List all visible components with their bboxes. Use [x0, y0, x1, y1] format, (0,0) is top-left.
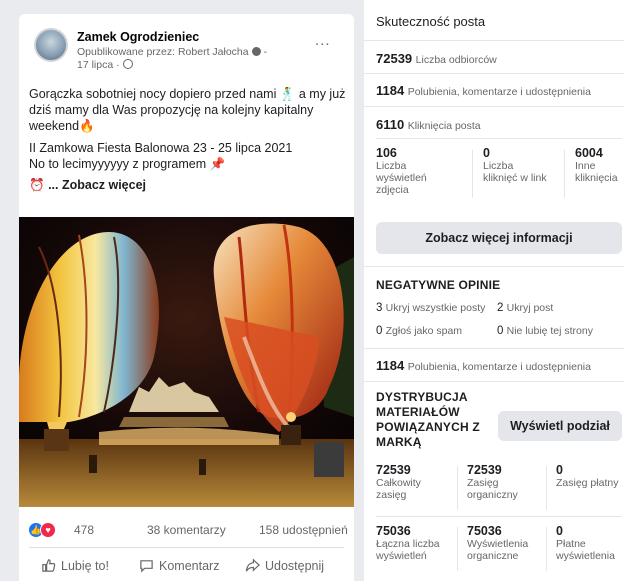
clicks-metric: 6110 Kliknięcia posta — [376, 117, 481, 132]
unlike-page-metric: 0 Nie lubię tej strony — [497, 325, 593, 337]
share-button[interactable]: Udostępnij — [245, 558, 324, 573]
photo-views-value: 106 — [376, 146, 397, 160]
photo-views-label: Liczba wyświetleń zdjęcia — [376, 160, 427, 196]
engagement-value: 1184 — [376, 83, 405, 98]
see-more-info-button[interactable]: Zobacz więcej informacji — [376, 222, 622, 254]
total-impressions-label: Łączna liczba wyświetleń — [376, 538, 440, 562]
divider — [364, 381, 624, 382]
clicks-value: 6110 — [376, 117, 405, 132]
see-more-link[interactable]: ... Zobacz więcej — [48, 178, 146, 192]
page-name[interactable]: Zamek Ogrodzieniec — [77, 30, 199, 44]
comments-count[interactable]: 38 komentarzy — [147, 523, 226, 537]
reach-value: 72539 — [376, 51, 413, 66]
divider — [364, 73, 624, 74]
total-impressions-metric: 75036 Łączna liczba wyświetleń — [376, 524, 454, 562]
unlike-page-label: Nie lubię tej strony — [506, 325, 593, 337]
divider — [364, 266, 624, 267]
organic-reach-label: Zasięg organiczny — [467, 477, 518, 501]
paid-reach-metric: 0 Zasięg płatny — [556, 463, 622, 489]
reach-metric: 72539 Liczba odbiorców — [376, 51, 497, 66]
reactions[interactable]: 👍 ♥ — [29, 522, 56, 538]
total-reach-label: Całkowity zasięg — [376, 477, 421, 501]
report-spam-metric: 0 Zgłoś jako spam — [376, 325, 462, 337]
post-text-line: No to lecimyyyyyy z programem 📌 — [29, 157, 226, 171]
photo-views-metric: 106 Liczba wyświetleń zdjęcia — [376, 146, 446, 196]
love-reaction-icon: ♥ — [40, 522, 56, 538]
post-options-button[interactable]: ... — [315, 32, 331, 49]
divider — [376, 138, 622, 139]
hide-all-posts-metric: 3 Ukryj wszystkie posty — [376, 302, 485, 314]
post-actions: Lubię to! Komentarz Udostępnij — [19, 554, 354, 578]
post-meta: Opublikowane przez: Robert Jałocha - 17 … — [77, 46, 267, 71]
post-insights-panel: Skuteczność posta 72539 Liczba odbiorców… — [364, 0, 624, 581]
share-icon — [245, 558, 260, 572]
engagement2-value: 1184 — [376, 358, 405, 373]
unlike-page-value: 0 — [497, 325, 504, 337]
comment-button[interactable]: Komentarz — [139, 558, 219, 573]
published-by: Opublikowane przez: Robert Jałocha — [77, 46, 249, 58]
engagement2-label: Polubienia, komentarze i udostępnienia — [407, 361, 591, 373]
hide-all-posts-value: 3 — [376, 302, 383, 314]
reactions-count[interactable]: 478 — [74, 523, 94, 537]
negative-feedback-title: NEGATYWNE OPINIE — [376, 278, 501, 292]
info-icon — [251, 47, 261, 56]
organic-impressions-metric: 75036 Wyświetlenia organiczne — [467, 524, 547, 562]
other-clicks-metric: 6004 Inne kliknięcia — [575, 146, 623, 184]
hide-post-metric: 2 Ukryj post — [497, 302, 553, 314]
report-spam-label: Zgłoś jako spam — [385, 325, 463, 337]
hide-post-value: 2 — [497, 302, 504, 314]
hide-all-posts-label: Ukryj wszystkie posty — [385, 302, 486, 314]
share-label: Udostępnij — [265, 558, 325, 573]
reach-label: Liczba odbiorców — [415, 54, 497, 66]
facebook-post: Zamek Ogrodzieniec Opublikowane przez: R… — [19, 14, 354, 581]
organic-reach-metric: 72539 Zasięg organiczny — [467, 463, 547, 501]
organic-impressions-value: 75036 — [467, 524, 502, 538]
post-photo[interactable] — [19, 217, 354, 507]
divider — [29, 547, 344, 548]
engagement-metric: 1184 Polubienia, komentarze i udostępnie… — [376, 83, 591, 98]
total-reach-metric: 72539 Całkowity zasięg — [376, 463, 454, 501]
like-label: Lubię to! — [61, 558, 109, 573]
hot-air-balloons-image — [19, 217, 354, 507]
divider — [364, 40, 624, 41]
page-avatar[interactable] — [34, 28, 68, 62]
alarm-clock-icon: ⏰ — [29, 178, 45, 192]
hide-post-label: Ukryj post — [506, 302, 554, 314]
comment-label: Komentarz — [159, 558, 220, 573]
thumbs-up-icon — [42, 559, 56, 572]
post-stats: 👍 ♥ 478 38 komentarzy 158 udostępnień — [19, 520, 354, 540]
link-clicks-metric: 0 Liczba kliknięć w link — [483, 146, 548, 184]
post-text-line: Gorączka sobotniej nocy dopiero przed na… — [29, 87, 346, 133]
insights-title: Skuteczność posta — [376, 14, 486, 29]
link-clicks-value: 0 — [483, 146, 490, 160]
organic-reach-value: 72539 — [467, 463, 502, 477]
post-text: Gorączka sobotniej nocy dopiero przed na… — [29, 86, 349, 193]
paid-reach-label: Zasięg płatny — [556, 477, 619, 489]
engagement-label: Polubienia, komentarze i udostępnienia — [407, 86, 591, 98]
branded-content-title: DYSTRYBUCJA MATERIAŁÓW POWIĄZANYCH Z MAR… — [376, 390, 480, 449]
report-spam-value: 0 — [376, 325, 383, 337]
organic-impressions-label: Wyświetlenia organiczne — [467, 538, 529, 562]
post-text-line: II Zamkowa Fiesta Balonowa 23 - 25 lipca… — [29, 141, 293, 155]
like-button[interactable]: Lubię to! — [41, 558, 109, 573]
link-clicks-label: Liczba kliknięć w link — [483, 160, 547, 184]
paid-impressions-label: Płatne wyświetlenia — [556, 538, 615, 562]
paid-impressions-metric: 0 Płatne wyświetlenia — [556, 524, 622, 562]
paid-reach-value: 0 — [556, 463, 563, 477]
globe-icon — [122, 59, 133, 69]
divider — [364, 106, 624, 107]
other-clicks-value: 6004 — [575, 146, 603, 160]
divider — [364, 348, 624, 349]
view-breakdown-button[interactable]: Wyświetl podział — [498, 411, 622, 441]
paid-impressions-value: 0 — [556, 524, 563, 538]
other-clicks-label: Inne kliknięcia — [575, 160, 618, 184]
total-impressions-value: 75036 — [376, 524, 411, 538]
total-reach-value: 72539 — [376, 463, 411, 477]
post-date[interactable]: 17 lipca — [77, 59, 113, 71]
divider — [376, 516, 622, 517]
shares-count[interactable]: 158 udostępnień — [259, 523, 348, 537]
engagement-metric-2: 1184 Polubienia, komentarze i udostępnie… — [376, 358, 591, 373]
comment-icon — [140, 560, 153, 573]
clicks-label: Kliknięcia posta — [407, 120, 481, 132]
